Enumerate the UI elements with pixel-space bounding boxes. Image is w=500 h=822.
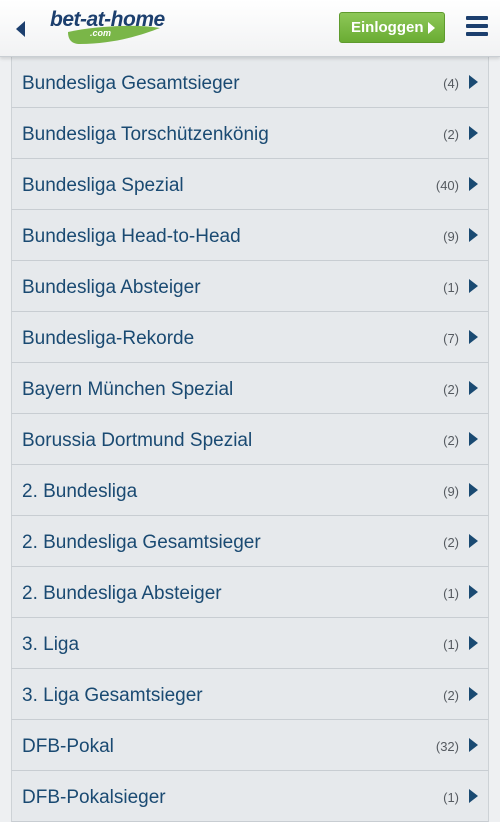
chevron-right-icon [469, 738, 478, 752]
list-item[interactable]: Bundesliga Torschützenkönig (2) [11, 108, 489, 159]
item-label: 2. Bundesliga Absteiger [22, 583, 222, 604]
logo-swoosh-icon [68, 25, 160, 44]
hamburger-menu-button[interactable] [466, 16, 490, 38]
list-item[interactable]: Bayern München Spezial (2) [11, 363, 489, 414]
chevron-right-icon [469, 483, 478, 497]
item-label: DFB-Pokal [22, 736, 114, 757]
item-label: Bundesliga Spezial [22, 175, 184, 196]
item-count: (1) [443, 280, 459, 295]
item-label: DFB-Pokalsieger [22, 787, 166, 808]
item-count: (2) [443, 127, 459, 142]
item-count: (1) [443, 790, 459, 805]
list-item[interactable]: Bundesliga-Rekorde (7) [11, 312, 489, 363]
item-label: Borussia Dortmund Spezial [22, 430, 253, 451]
item-label: Bundesliga Absteiger [22, 277, 201, 298]
chevron-right-icon [469, 432, 478, 446]
item-label: 3. Liga Gesamtsieger [22, 685, 203, 706]
item-count: (32) [435, 739, 459, 754]
item-count: (2) [443, 535, 459, 550]
menu-bar-icon [466, 32, 488, 36]
logo-domain: .com [90, 28, 112, 38]
chevron-right-icon [469, 585, 478, 599]
list-item[interactable]: 2. Bundesliga (9) [11, 465, 489, 516]
item-label: Bundesliga Head-to-Head [22, 226, 241, 247]
item-label: 3. Liga [22, 634, 80, 655]
item-count: (1) [443, 586, 459, 601]
list-item[interactable]: 3. Liga (1) [11, 618, 489, 669]
chevron-right-icon [469, 789, 478, 803]
chevron-right-icon [469, 330, 478, 344]
item-label: Bayern München Spezial [22, 379, 234, 400]
item-label: Bundesliga Gesamtsieger [22, 73, 240, 94]
back-button[interactable] [8, 14, 34, 44]
chevron-right-icon [469, 636, 478, 650]
list-item[interactable]: Bundesliga Gesamtsieger (4) [11, 57, 489, 108]
menu-bar-icon [466, 24, 488, 28]
chevron-right-icon [469, 126, 478, 140]
chevron-right-icon [469, 687, 478, 701]
category-list: Bundesliga Gesamtsieger (4) Bundesliga To… [11, 57, 489, 822]
item-count: (40) [435, 178, 459, 193]
list-item[interactable]: 3. Liga Gesamtsieger (2) [11, 669, 489, 720]
list-item[interactable]: DFB-Pokal (32) [11, 720, 489, 771]
list-item[interactable]: DFB-Pokalsieger (1) [11, 771, 489, 822]
list-item[interactable]: Bundesliga Spezial (40) [11, 159, 489, 210]
back-arrow-icon [16, 21, 25, 37]
app-header: bet-at-home .com Einloggen [0, 0, 500, 57]
list-item[interactable]: 2. Bundesliga Absteiger (1) [11, 567, 489, 618]
item-count: (4) [443, 76, 459, 91]
item-count: (2) [443, 433, 459, 448]
item-count: (1) [443, 637, 459, 652]
list-item[interactable]: Bundesliga Absteiger (1) [11, 261, 489, 312]
list-item[interactable]: 2. Bundesliga Gesamtsieger (2) [11, 516, 489, 567]
chevron-right-icon [469, 75, 478, 89]
item-count: (9) [443, 484, 459, 499]
chevron-right-icon [469, 228, 478, 242]
item-count: (9) [443, 229, 459, 244]
item-label: 2. Bundesliga Gesamtsieger [22, 532, 261, 553]
list-item[interactable]: Borussia Dortmund Spezial (2) [11, 414, 489, 465]
item-label: Bundesliga-Rekorde [22, 328, 195, 349]
item-label: Bundesliga Torschützenkönig [22, 124, 269, 145]
chevron-right-icon [469, 534, 478, 548]
login-arrow-icon [428, 22, 435, 34]
menu-bar-icon [466, 16, 488, 20]
bet-at-home-logo[interactable]: bet-at-home .com [48, 8, 166, 46]
item-count: (2) [443, 688, 459, 703]
list-item[interactable]: Bundesliga Head-to-Head (9) [11, 210, 489, 261]
chevron-right-icon [469, 279, 478, 293]
item-label: 2. Bundesliga [22, 481, 138, 502]
item-count: (2) [443, 382, 459, 397]
login-button-label: Einloggen [351, 19, 424, 36]
item-count: (7) [443, 331, 459, 346]
chevron-right-icon [469, 381, 478, 395]
chevron-right-icon [469, 177, 478, 191]
login-button[interactable]: Einloggen [339, 12, 445, 43]
